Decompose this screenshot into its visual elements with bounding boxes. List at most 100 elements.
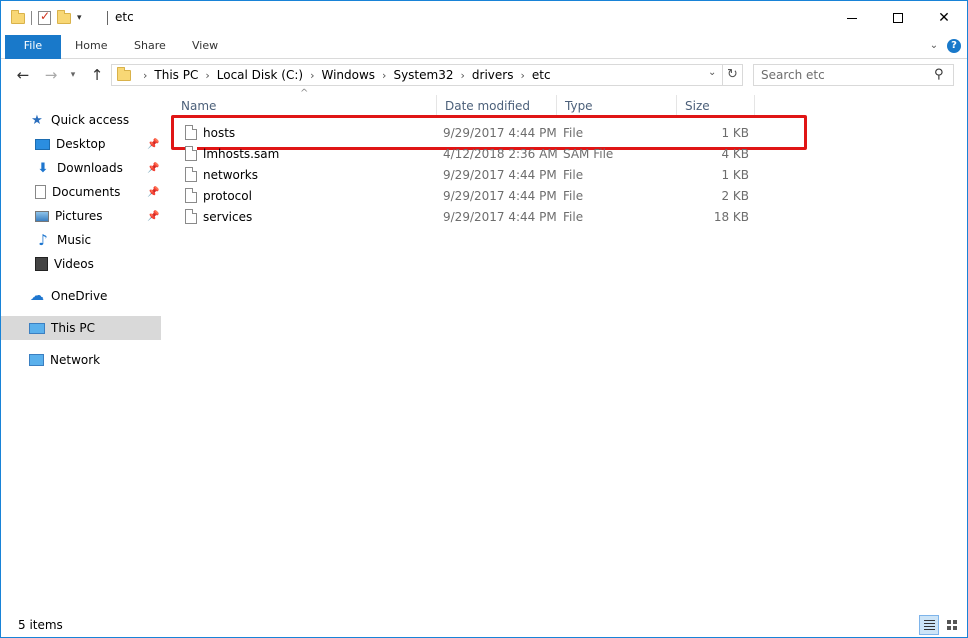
close-button[interactable]: ✕ — [921, 1, 967, 35]
folder-icon — [11, 9, 25, 24]
refresh-button[interactable]: ↻ — [723, 64, 743, 86]
file-type: File — [563, 126, 584, 140]
file-date: 4/12/2018 2:36 AM — [443, 147, 558, 161]
file-type: File — [563, 189, 584, 203]
file-icon — [185, 209, 197, 224]
details-view-icon[interactable] — [919, 615, 939, 635]
toolbar-separator — [31, 11, 32, 25]
status-bar: 5 items — [1, 613, 967, 637]
sidebar-item-label: This PC — [51, 321, 95, 335]
sidebar-item-pictures[interactable]: Pictures 📌 — [1, 204, 161, 228]
pin-icon: 📌 — [147, 186, 160, 198]
sidebar-item-desktop[interactable]: Desktop 📌 — [1, 132, 161, 156]
file-list: ^ Name Date modified Type Size hosts 9/2… — [163, 88, 967, 613]
file-name: networks — [203, 168, 258, 182]
breadcrumb-windows[interactable]: Windows — [321, 68, 375, 82]
chevron-right-icon[interactable]: › — [375, 69, 393, 82]
table-row[interactable]: networks 9/29/2017 4:44 PM File 1 KB — [173, 165, 755, 186]
file-date: 9/29/2017 4:44 PM — [443, 126, 557, 140]
sidebar-item-label: Desktop — [56, 137, 106, 151]
column-header-type[interactable]: Type — [557, 95, 677, 117]
tab-view[interactable]: View — [188, 35, 222, 59]
chevron-right-icon[interactable]: › — [136, 69, 154, 82]
file-explorer-window: ▾ etc ✕ File Home Share View ⌄ ? ← → ▾ ↑… — [0, 0, 968, 638]
chevron-right-icon[interactable]: › — [303, 69, 321, 82]
network-icon — [29, 354, 44, 366]
minimize-icon — [847, 17, 857, 19]
chevron-right-icon[interactable]: › — [198, 69, 216, 82]
sidebar-item-videos[interactable]: Videos — [1, 252, 161, 276]
properties-icon[interactable] — [38, 9, 51, 25]
breadcrumb-drivers[interactable]: drivers — [472, 68, 514, 82]
file-icon — [185, 125, 197, 140]
ribbon-tabs: File Home Share View ⌄ ? — [1, 35, 967, 59]
sidebar-item-music[interactable]: ♪ Music — [1, 228, 161, 252]
title-separator — [107, 11, 108, 25]
column-header-name[interactable]: Name — [173, 95, 437, 117]
table-row[interactable]: protocol 9/29/2017 4:44 PM File 2 KB — [173, 186, 755, 207]
file-name: lmhosts.sam — [203, 147, 280, 161]
sidebar-item-label: Music — [57, 233, 92, 247]
folder-icon — [117, 67, 131, 81]
sidebar-item-label: Quick access — [51, 113, 130, 127]
tab-home[interactable]: Home — [71, 35, 111, 59]
recent-locations-button[interactable]: ▾ — [63, 67, 83, 83]
large-icons-view-icon[interactable] — [942, 615, 962, 635]
file-size: 18 KB — [713, 210, 749, 224]
maximize-icon — [893, 13, 903, 23]
file-size: 1 KB — [721, 126, 749, 140]
table-row[interactable]: services 9/29/2017 4:44 PM File 18 KB — [173, 207, 755, 228]
file-name: hosts — [203, 126, 236, 140]
table-row[interactable]: lmhosts.sam 4/12/2018 2:36 AM SAM File 4… — [173, 144, 755, 165]
sidebar-item-this-pc[interactable]: This PC — [1, 316, 161, 340]
maximize-button[interactable] — [875, 1, 921, 35]
star-icon: ★ — [31, 112, 43, 128]
file-size: 1 KB — [721, 168, 749, 182]
breadcrumb-this-pc[interactable]: This PC — [154, 68, 198, 82]
music-icon: ♪ — [38, 231, 48, 249]
computer-icon — [29, 322, 45, 334]
chevron-down-icon[interactable]: ⌄ — [708, 67, 716, 78]
chevron-right-icon[interactable]: › — [453, 69, 471, 82]
minimize-button[interactable] — [829, 1, 875, 35]
back-button[interactable]: ← — [13, 67, 33, 83]
close-icon: ✕ — [938, 10, 950, 26]
file-icon — [185, 167, 197, 182]
address-bar[interactable]: › This PC › Local Disk (C:) › Windows › … — [111, 64, 723, 86]
sidebar-item-quick-access[interactable]: ★ Quick access — [1, 108, 161, 132]
forward-button[interactable]: → — [41, 67, 61, 83]
cloud-icon: ☁ — [30, 288, 44, 304]
up-button[interactable]: ↑ — [87, 67, 107, 83]
customize-toolbar-icon[interactable]: ▾ — [77, 13, 82, 23]
navigation-bar: ← → ▾ ↑ › This PC › Local Disk (C:) › Wi… — [1, 59, 967, 91]
help-icon[interactable]: ? — [947, 39, 961, 53]
file-size: 2 KB — [721, 189, 749, 203]
breadcrumb-etc[interactable]: etc — [532, 68, 551, 82]
pin-icon: 📌 — [147, 210, 160, 222]
search-input[interactable]: Search etc ⚲ — [753, 64, 954, 86]
file-name: services — [203, 210, 253, 224]
sidebar-item-label: OneDrive — [51, 289, 108, 303]
tab-file[interactable]: File — [5, 35, 61, 59]
pin-icon: 📌 — [147, 138, 160, 150]
column-header-size[interactable]: Size — [677, 95, 755, 117]
sidebar-item-downloads[interactable]: ⬇ Downloads 📌 — [1, 156, 161, 180]
tab-share[interactable]: Share — [130, 35, 170, 59]
expand-ribbon-icon[interactable]: ⌄ — [927, 40, 941, 54]
table-row[interactable]: hosts 9/29/2017 4:44 PM File 1 KB — [171, 115, 807, 150]
file-type: File — [563, 168, 584, 182]
breadcrumb-system32[interactable]: System32 — [393, 68, 453, 82]
sidebar-item-network[interactable]: Network — [1, 348, 161, 372]
sidebar-item-documents[interactable]: Documents 📌 — [1, 180, 161, 204]
column-header-date-modified[interactable]: Date modified — [437, 95, 557, 117]
sidebar-item-label: Downloads — [57, 161, 123, 175]
breadcrumb-local-disk[interactable]: Local Disk (C:) — [217, 68, 303, 82]
sidebar-item-onedrive[interactable]: ☁ OneDrive — [1, 284, 161, 308]
chevron-right-icon[interactable]: › — [513, 69, 531, 82]
window-title: etc — [115, 10, 134, 24]
new-folder-icon[interactable] — [57, 9, 71, 24]
search-icon[interactable]: ⚲ — [934, 67, 944, 82]
file-rows: hosts 9/29/2017 4:44 PM File 1 KB lmhost… — [171, 115, 807, 228]
download-icon: ⬇ — [37, 160, 49, 176]
desktop-icon — [35, 138, 50, 150]
